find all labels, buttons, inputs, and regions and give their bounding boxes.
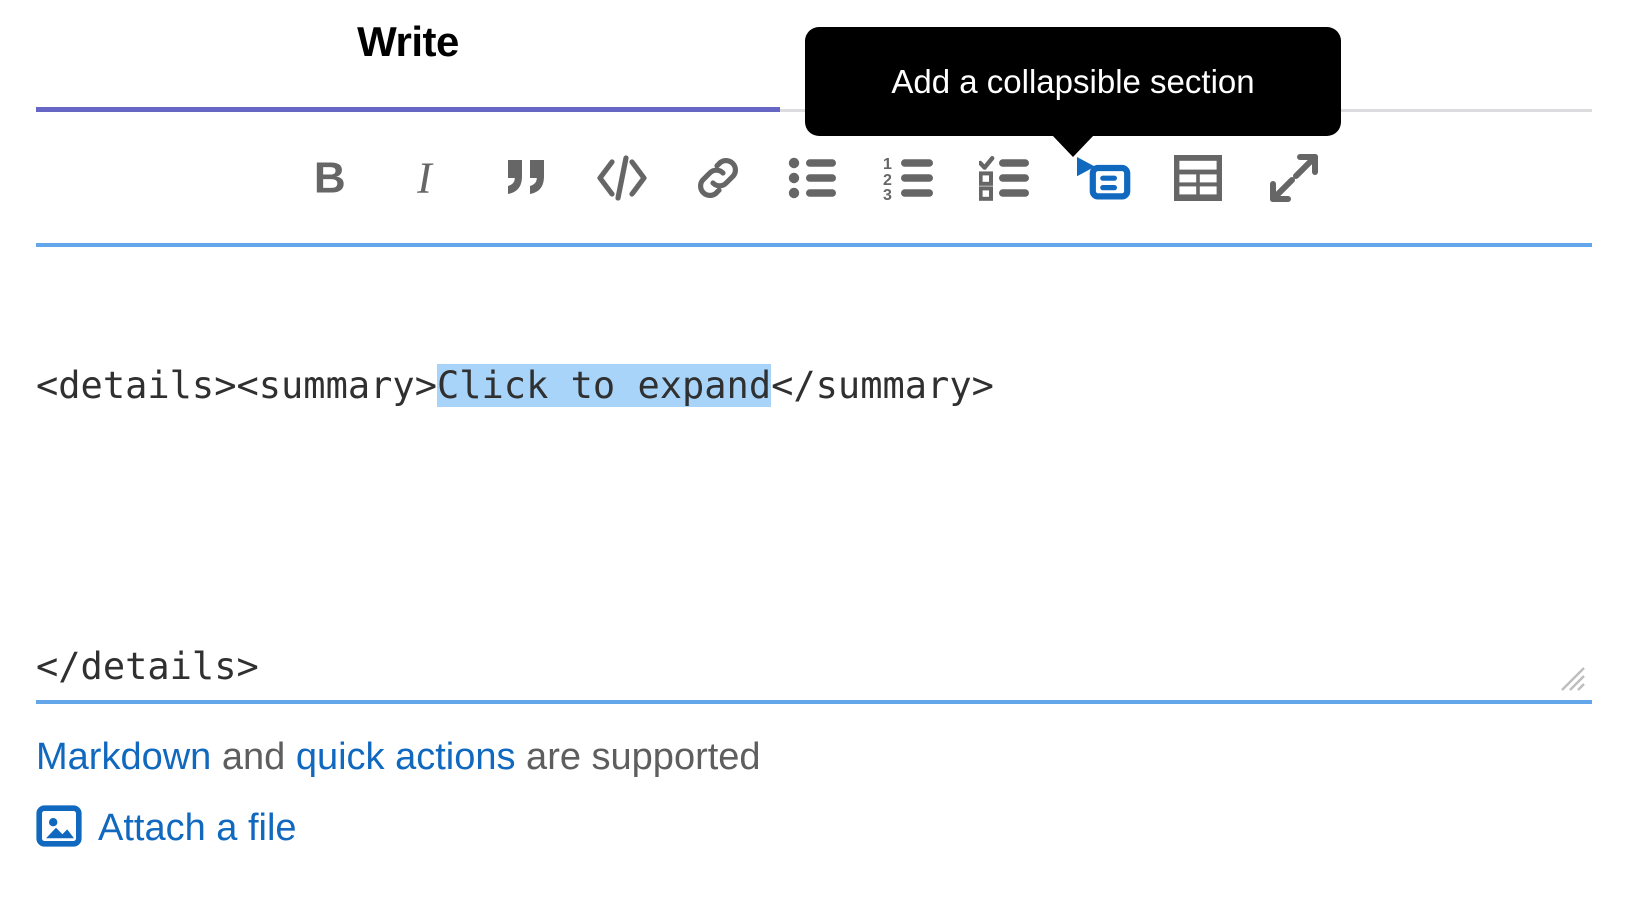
details-open-tag: <details><summary> [36, 363, 437, 407]
markdown-textarea[interactable]: <details><summary>Click to expand</summa… [36, 243, 1592, 704]
checklist-icon [979, 155, 1033, 201]
markdown-line-2 [36, 507, 1592, 570]
bullet-list-icon [788, 155, 840, 201]
link-button[interactable] [670, 132, 766, 224]
selected-text: Click to expand [436, 363, 772, 407]
quick-actions-link[interactable]: quick actions [296, 736, 516, 778]
bold-icon: B [312, 152, 356, 204]
markdown-line-1: <details><summary>Click to expand</summa… [36, 363, 1592, 430]
numbered-list-icon: 1 2 3 [883, 155, 937, 201]
image-attachment-icon [36, 803, 82, 854]
bullet-list-button[interactable] [766, 132, 862, 224]
tooltip: Add a collapsible section [805, 27, 1341, 157]
summary-close-tag: </summary> [771, 363, 994, 407]
tab-write[interactable]: Write [36, 0, 780, 112]
italic-button[interactable]: I [382, 132, 478, 224]
supported-text: are supported [515, 736, 761, 778]
fullscreen-icon [1267, 151, 1321, 205]
fullscreen-button[interactable] [1246, 132, 1342, 224]
comment-editor: Write B I 1 2 3 Add a collapsible sectio… [0, 0, 1626, 922]
attach-a-file-button[interactable]: Attach a file [36, 803, 1592, 854]
link-icon [692, 152, 744, 204]
editor-footer: Markdown and quick actions are supported… [36, 735, 1592, 854]
table-button[interactable] [1150, 132, 1246, 224]
and-text: and [211, 736, 296, 778]
svg-text:1: 1 [883, 156, 892, 173]
markdown-link[interactable]: Markdown [36, 736, 211, 778]
tooltip-text: Add a collapsible section [891, 63, 1255, 100]
svg-text:I: I [416, 154, 434, 203]
tab-write-label: Write [357, 17, 459, 65]
markdown-line-3: </details> [36, 645, 259, 689]
quote-button[interactable] [478, 132, 574, 224]
collapsible-section-icon [1073, 153, 1131, 203]
markdown-help-line: Markdown and quick actions are supported [36, 735, 1592, 781]
svg-text:3: 3 [883, 187, 892, 201]
tooltip-arrow-icon [1052, 135, 1094, 157]
italic-icon: I [408, 152, 452, 204]
table-icon [1173, 154, 1223, 202]
code-button[interactable] [574, 132, 670, 224]
resize-handle[interactable] [1556, 662, 1586, 692]
attach-a-file-label: Attach a file [98, 806, 297, 849]
code-icon [594, 152, 650, 204]
numbered-list-button[interactable]: 1 2 3 [862, 132, 958, 224]
markdown-content: <details><summary>Click to expand</summa… [36, 289, 1592, 789]
bold-button[interactable]: B [286, 132, 382, 224]
quote-icon [500, 152, 552, 204]
checklist-button[interactable] [958, 132, 1054, 224]
svg-text:B: B [314, 154, 346, 203]
